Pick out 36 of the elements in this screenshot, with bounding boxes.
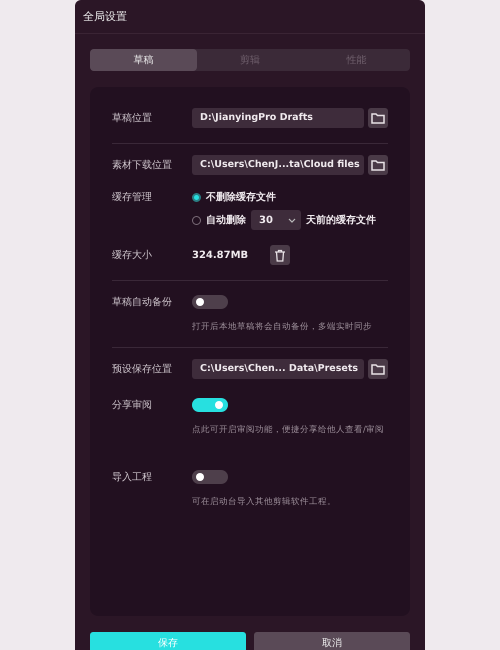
path-field[interactable]: D:\JianyingPro Drafts bbox=[192, 108, 364, 128]
setting-label: 素材下载位置 bbox=[112, 158, 173, 172]
folder-button[interactable] bbox=[368, 359, 388, 379]
delete-button[interactable] bbox=[270, 245, 290, 265]
cancel-button[interactable]: 取消 bbox=[254, 632, 410, 650]
trash-icon bbox=[274, 248, 286, 262]
radio-button[interactable] bbox=[192, 192, 201, 202]
option-label: 自动删除 bbox=[206, 214, 246, 227]
setting-label: 分享审阅 bbox=[112, 398, 153, 412]
folder-button[interactable] bbox=[368, 155, 388, 175]
setting-label: 导入工程 bbox=[112, 470, 153, 484]
radio-button[interactable] bbox=[192, 216, 201, 224]
folder-icon bbox=[371, 112, 385, 124]
setting-label: 缓存管理 bbox=[112, 190, 153, 204]
folder-icon bbox=[371, 363, 385, 375]
folder-button[interactable] bbox=[368, 108, 388, 128]
chevron-down-icon bbox=[288, 218, 296, 222]
path-field[interactable]: C:\Users\Chen... Data\Presets bbox=[192, 359, 364, 379]
setting-label: 草稿位置 bbox=[112, 112, 153, 125]
setting-label: 草稿自动备份 bbox=[112, 296, 173, 309]
option-label: 不删除缓存文件 bbox=[206, 190, 276, 204]
toggle-switch[interactable] bbox=[192, 295, 228, 309]
path-field[interactable]: C:\Users\ChenJ...ta\Cloud files bbox=[192, 155, 364, 175]
folder-icon bbox=[371, 159, 385, 171]
setting-description: 点此可开启审阅功能，便捷分享给他人查看/审阅 bbox=[192, 424, 385, 436]
setting-description: 可在启动台导入其他剪辑软件工程。 bbox=[192, 496, 337, 508]
toggle-switch[interactable] bbox=[192, 398, 228, 412]
days-dropdown[interactable]: 30 bbox=[251, 210, 301, 230]
setting-label: 缓存大小 bbox=[112, 248, 153, 262]
cache-size: 324.87MB bbox=[192, 250, 248, 260]
setting-description: 打开后本地草稿将会自动备份，多端实时同步 bbox=[192, 321, 373, 333]
setting-label: 预设保存位置 bbox=[112, 362, 173, 376]
window-title: 全局设置 bbox=[83, 9, 127, 24]
tab[interactable]: 草稿 bbox=[90, 49, 197, 71]
option-suffix: 天前的缓存文件 bbox=[306, 214, 376, 227]
toggle-switch[interactable] bbox=[192, 470, 228, 484]
